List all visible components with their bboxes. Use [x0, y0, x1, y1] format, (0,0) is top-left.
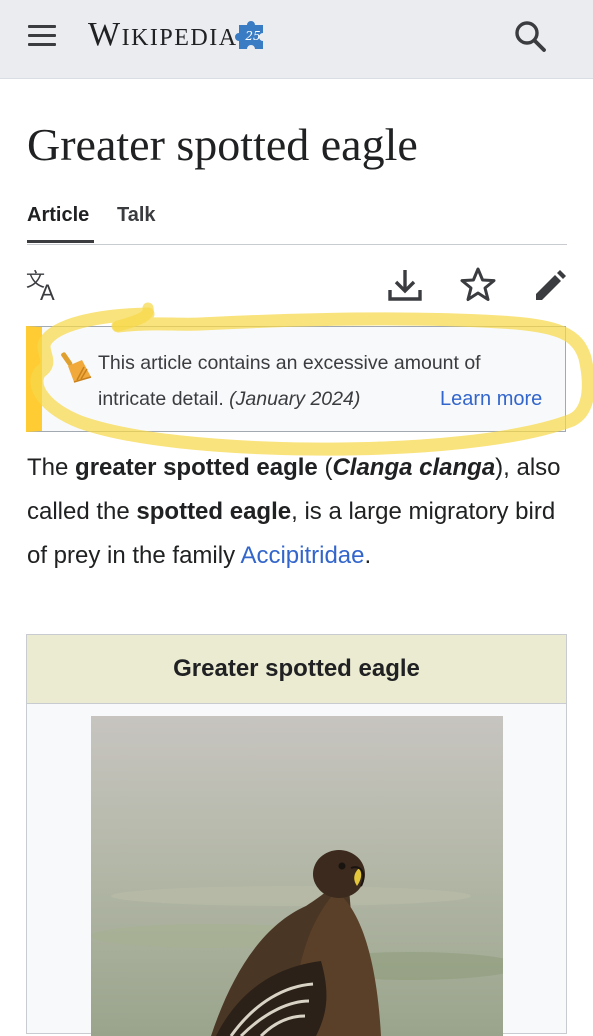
puzzle-25-icon: 25 — [234, 21, 263, 49]
detail-notice-box: This article contains an excessive amoun… — [26, 326, 566, 432]
eagle-photo[interactable] — [91, 716, 503, 1036]
svg-text:A: A — [40, 280, 55, 304]
wikipedia-logo[interactable]: Wikipedia 25 — [88, 11, 271, 59]
lead-text-5: . — [364, 542, 372, 569]
notice-date: (January 2024) — [229, 388, 361, 410]
article-tabs: Article Talk — [27, 196, 567, 245]
lead-bold-name: greater spotted eagle — [75, 454, 318, 481]
download-icon[interactable] — [386, 266, 424, 304]
tab-article[interactable]: Article — [27, 204, 89, 227]
lead-bold-alt-name: spotted eagle — [136, 498, 292, 525]
learn-more-link[interactable]: Learn more — [440, 381, 542, 417]
puzzle-badge-text: 25 — [244, 29, 260, 43]
infobox: Greater spotted eagle — [26, 634, 567, 1036]
infobox-title: Greater spotted eagle — [27, 635, 566, 704]
language-icon[interactable]: 文 A — [25, 266, 63, 304]
lead-scientific-name: Clanga clanga — [332, 454, 496, 481]
search-icon[interactable] — [512, 18, 548, 54]
watch-star-icon[interactable] — [459, 266, 497, 304]
top-bar: Wikipedia 25 — [0, 0, 593, 79]
lead-text-1: The — [27, 454, 76, 481]
menu-icon[interactable] — [26, 22, 60, 50]
lead-paragraph: The greater spotted eagle (Clanga clanga… — [27, 446, 567, 578]
lead-text-2: ( — [317, 454, 333, 481]
logo-wordmark: Wikipedia — [88, 16, 238, 53]
broom-icon — [61, 352, 92, 383]
accipitridae-link[interactable]: Accipitridae — [240, 542, 364, 569]
edit-pencil-icon[interactable] — [531, 266, 569, 304]
page-title: Greater spotted eagle — [27, 119, 418, 170]
tab-talk[interactable]: Talk — [117, 204, 156, 227]
active-tab-indicator — [27, 240, 94, 243]
